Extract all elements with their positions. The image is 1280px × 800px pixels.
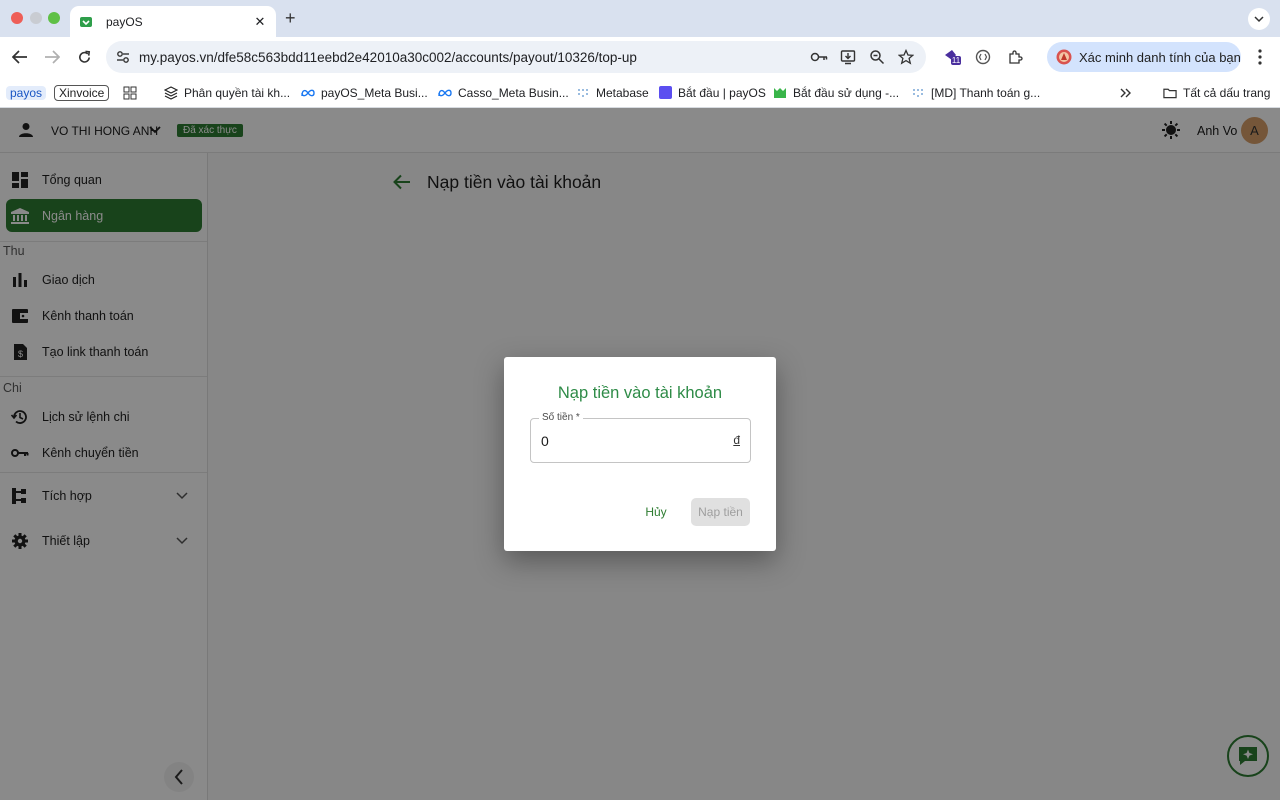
extension-badge-count: 11 [951,56,961,65]
tab-title: payOS [106,14,143,29]
browser-toolbar: my.payos.vn/dfe58c563bdd11eebd2e42010a30… [0,37,1280,77]
close-window-button[interactable] [11,12,23,24]
bookmark-md-thanh-toan[interactable]: [MD] Thanh toán g... [911,84,1040,101]
browser-tab-payos[interactable]: payOS ✕ [70,6,276,37]
minimize-window-button[interactable] [30,12,42,24]
install-app-icon[interactable] [839,48,857,66]
reload-icon[interactable] [74,47,94,67]
layers-icon [164,85,178,100]
bookmark-payos[interactable]: payos [6,84,47,101]
extension-badge-icon[interactable]: 11 [942,47,962,67]
metabase-icon [911,86,925,100]
top-up-dialog: Nạp tiền vào tài khoản Số tiền * đ Hủy N… [504,357,776,551]
top-up-submit-button[interactable]: Nạp tiền [691,498,750,526]
puzzle-extensions-icon[interactable] [1005,47,1025,67]
apps-grid-icon[interactable] [123,84,137,101]
bookmark-bat-dau-payos[interactable]: Bắt đầu | payOS [658,84,766,101]
url-text: my.payos.vn/dfe58c563bdd11eebd2e42010a30… [139,49,637,65]
bookmark-phan-quyen[interactable]: Phân quyền tài kh... [164,84,290,101]
amount-input[interactable] [541,430,721,452]
address-bar[interactable]: my.payos.vn/dfe58c563bdd11eebd2e42010a30… [106,41,926,73]
profile-alert-icon [1056,49,1072,65]
meta-icon [438,86,452,100]
metabase-icon [576,86,590,100]
amount-field[interactable]: Số tiền * đ [530,412,751,463]
payos-favicon-icon [80,16,92,27]
browser-tabstrip: payOS ✕ + [0,0,1280,37]
all-bookmarks-folder[interactable]: Tất cả dấu trang [1163,84,1270,101]
back-arrow-icon[interactable] [10,47,30,67]
tab-close-icon[interactable]: ✕ [252,14,268,30]
forward-arrow-icon[interactable] [42,47,62,67]
meta-icon [301,86,315,100]
bookmark-metabase[interactable]: Metabase [576,84,649,101]
square-logo-icon [658,86,672,100]
maximize-window-button[interactable] [48,12,60,24]
zoom-icon[interactable] [868,48,886,66]
bookmark-payos-meta[interactable]: payOS_Meta Busi... [301,84,428,101]
dev-extension-icon[interactable] [973,47,993,67]
currency-unit: đ [733,433,740,447]
dialog-title: Nạp tiền vào tài khoản [557,384,723,402]
bookmark-xinvoice[interactable]: Xinvoice [54,84,110,101]
identity-verify-text: Xác minh danh tính của bạn [1079,49,1241,65]
bookmark-star-icon[interactable] [897,48,915,66]
folder-icon [1163,86,1177,100]
new-tab-icon[interactable]: + [285,8,296,29]
password-key-icon[interactable] [810,48,828,66]
green-logo-icon [773,86,787,100]
cancel-button[interactable]: Hủy [638,498,674,526]
bookmarks-overflow-icon[interactable] [1120,84,1132,101]
identity-verify-chip[interactable]: Xác minh danh tính của bạn [1047,42,1241,72]
bookmarks-bar: payos Xinvoice Phân quyền tài kh... payO… [0,77,1280,108]
bookmark-casso-meta[interactable]: Casso_Meta Busin... [438,84,569,101]
site-info-icon[interactable] [115,48,133,66]
bookmark-bat-dau-su-dung[interactable]: Bắt đầu sử dụng -... [773,84,899,101]
browser-menu-icon[interactable] [1251,47,1269,67]
amount-label: Số tiền * [539,412,583,423]
tab-search-icon[interactable] [1248,8,1270,30]
